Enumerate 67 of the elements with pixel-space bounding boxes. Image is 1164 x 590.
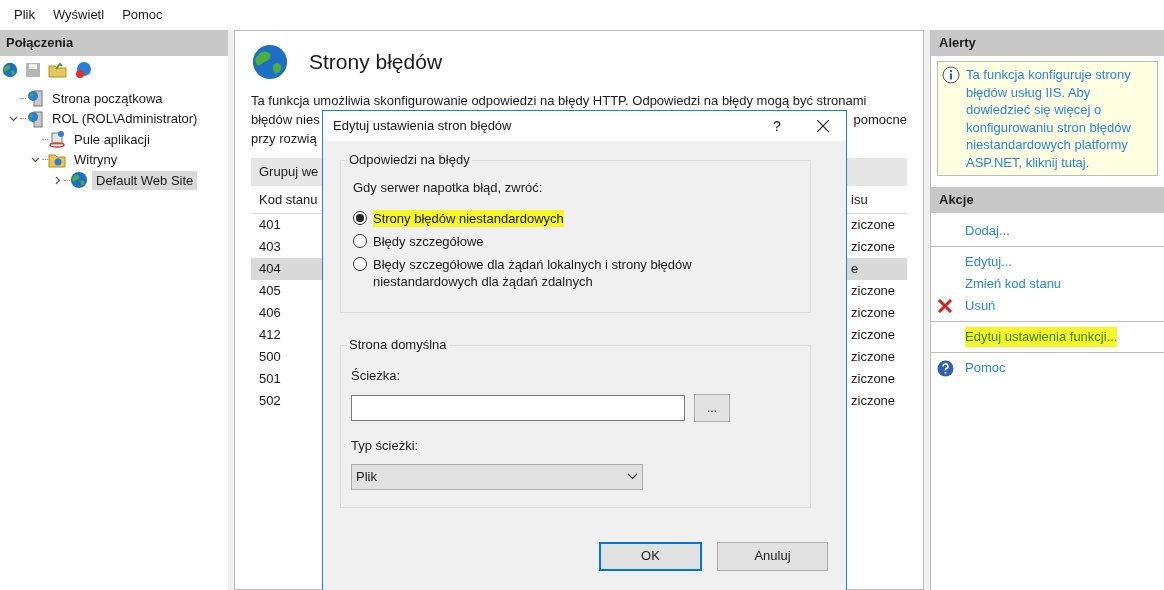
alert-link[interactable]: Ta funkcja konfiguruje strony błędów usług IIS. Aby dowiedzieć się więcej o konfigurowaniu stron błędów niestandardowych platformy ASP.NET, kliknij tutaj. (966, 66, 1149, 171)
collapse-chevron-icon[interactable] (8, 114, 18, 124)
browse-button[interactable]: ... (694, 394, 730, 422)
action-link[interactable]: Edytuj... (965, 252, 1012, 272)
table-cell-text: ziczone (851, 326, 897, 345)
action-link[interactable]: Zmień kod stanu (965, 274, 1062, 294)
radio-button[interactable] (353, 256, 367, 271)
menu-item[interactable]: Pomoc (122, 5, 163, 25)
column-header[interactable]: isu (851, 189, 907, 210)
globe-icon (70, 171, 88, 190)
radio-label[interactable]: Błędy szczegółowe (373, 232, 484, 250)
table-cell-text: ziczone (851, 304, 897, 323)
table-cell-text: 405 (258, 282, 282, 301)
panel-header: Alerty (931, 30, 1164, 56)
description-text: błędów nies (251, 111, 320, 129)
radio-button[interactable] (353, 233, 367, 248)
tree-item[interactable]: ROL (ROL\Administrator) (48, 109, 202, 129)
description-text: pomocne (853, 111, 907, 129)
tree-item[interactable]: Witryny (70, 150, 122, 170)
panel-header: Połączenia (0, 30, 228, 56)
field-label: Typ ścieżki: (351, 437, 420, 455)
dialog-button[interactable]: OK (599, 541, 702, 571)
action-link[interactable]: Pomoc (965, 358, 1006, 378)
path-field[interactable] (351, 395, 685, 421)
radio-label[interactable]: Błędy szczegółowe dla żądań lokalnych i strony błędów niestandardowych dla żądań zdalnych (373, 255, 723, 290)
table-cell-text: 412 (258, 326, 282, 345)
tree-item[interactable]: Default Web Site (92, 170, 198, 190)
folder-icon[interactable] (48, 61, 68, 79)
table-cell-text: e (851, 260, 860, 279)
collapse-chevron-icon[interactable] (30, 155, 40, 165)
action-link[interactable]: Edytuj ustawienia funkcji... (965, 327, 1118, 347)
globe-icon (2, 62, 18, 78)
description-text: Ta funkcja umożliwia skonfigurowanie odpowiedzi na błędy HTTP. Odpowiedzi na błędy mogą być stronami (251, 92, 868, 110)
action-link[interactable]: Usuń (965, 296, 996, 316)
server-icon (26, 89, 44, 108)
menu-item[interactable]: Plik (14, 5, 35, 25)
close-icon (817, 120, 829, 132)
table-cell-text: 406 (258, 304, 282, 323)
globe-icon (251, 43, 289, 81)
pool-icon (48, 130, 66, 149)
table-cell-text: 502 (258, 392, 282, 411)
description-text: przy rozwią (251, 130, 318, 148)
help-icon (937, 359, 954, 377)
panel-header: Akcje (931, 187, 1164, 213)
page-title: Strony błędów (309, 49, 443, 76)
help-button[interactable]: ? (754, 111, 800, 141)
radio-button[interactable] (353, 210, 367, 225)
table-cell-text: ziczone (851, 348, 897, 367)
table-cell-text: ziczone (851, 282, 897, 301)
tree-item[interactable]: Strona początkowa (48, 88, 167, 108)
menu-item[interactable]: Wyświetl (52, 5, 105, 25)
table-cell-text: 404 (258, 260, 282, 279)
info-icon (942, 66, 960, 84)
chevron-down-icon (627, 473, 638, 480)
action-link[interactable]: Dodaj... (965, 221, 1010, 241)
field-label: Ścieżka: (351, 366, 402, 385)
radio-label[interactable]: Strony błędów niestandardowych (373, 209, 564, 227)
path-type-dropdown[interactable]: Plik (351, 463, 643, 490)
server-icon (26, 109, 44, 128)
dialog-title: Edytuj ustawienia stron błędów (333, 117, 513, 136)
table-cell-text: ziczone (851, 392, 897, 411)
table-cell-text: 500 (258, 348, 282, 367)
group-legend: Odpowiedzi na błędy (347, 152, 472, 168)
column-header[interactable]: Kod stanu (251, 189, 326, 210)
tree-item[interactable]: Pule aplikacji (70, 129, 154, 149)
dialog-button[interactable]: Anuluj (717, 541, 828, 571)
delete-icon (937, 298, 953, 314)
